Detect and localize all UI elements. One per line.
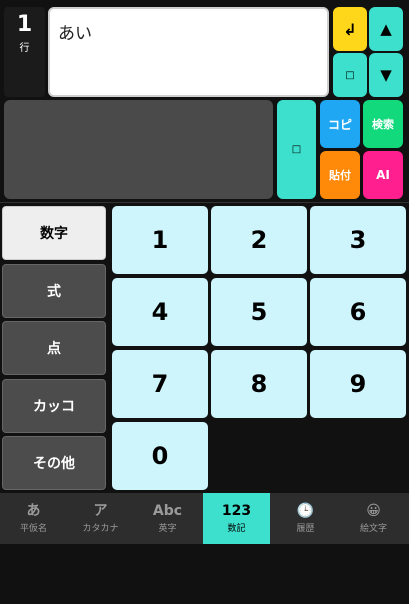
arrow-up-icon: ▲ (380, 20, 392, 38)
clock-icon: 🕒 (296, 503, 315, 519)
text-input-area[interactable]: あい (48, 7, 329, 97)
line-number: 1 (16, 12, 33, 37)
arrow-down-icon: ▼ (380, 66, 392, 84)
line-unit-label: 行 (19, 43, 30, 54)
keyboard-tab-bar: あ 平仮名 ア カタカナ Abc 英字 123 数記 🕒 履歴 😀 絵文字 (0, 493, 409, 544)
search-button[interactable]: 検索 (363, 100, 403, 148)
smiley-icon: 😀 (366, 503, 381, 519)
key-1[interactable]: 1 (112, 206, 208, 274)
key-5[interactable]: 5 (211, 278, 307, 346)
key-4[interactable]: 4 (112, 278, 208, 346)
category-other[interactable]: その他 (2, 436, 106, 490)
key-6[interactable]: 6 (310, 278, 406, 346)
square-icon: □ (291, 144, 302, 155)
key-3[interactable]: 3 (310, 206, 406, 274)
category-brackets[interactable]: カッコ (2, 379, 106, 433)
divider (0, 202, 409, 203)
alphabet-icon: Abc (152, 503, 183, 519)
paste-label: 貼付 (329, 169, 351, 182)
tab-katakana[interactable]: ア カタカナ (67, 493, 134, 544)
wide-square-button[interactable]: □ (277, 100, 316, 199)
paste-button[interactable]: 貼付 (320, 151, 360, 199)
key-9[interactable]: 9 (310, 350, 406, 418)
tab-label: 英字 (158, 524, 177, 534)
line-indicator: 1 行 (4, 7, 45, 97)
search-label: 検索 (372, 118, 394, 131)
tab-alphabet[interactable]: Abc 英字 (134, 493, 201, 544)
cursor-up-button[interactable]: ▲ (369, 7, 403, 51)
copy-button[interactable]: コピ (320, 100, 360, 148)
key-0[interactable]: 0 (112, 422, 208, 490)
numbers-icon: 123 (221, 503, 252, 519)
hiragana-icon: あ (26, 503, 41, 519)
category-points[interactable]: 点 (2, 321, 106, 375)
katakana-icon: ア (93, 503, 108, 519)
copy-label: コピ (327, 117, 352, 132)
tab-label: 絵文字 (359, 524, 387, 534)
cursor-down-button[interactable]: ▼ (369, 53, 403, 97)
tab-label: 平仮名 (19, 524, 47, 534)
category-formula[interactable]: 式 (2, 264, 106, 318)
enter-icon: ↲ (343, 19, 357, 39)
small-square-button[interactable]: □ (333, 53, 367, 97)
ai-label: AI (376, 168, 390, 182)
key-8[interactable]: 8 (211, 350, 307, 418)
tab-label: 数記 (227, 524, 246, 534)
tab-hiragana[interactable]: あ 平仮名 (0, 493, 67, 544)
enter-button[interactable]: ↲ (333, 7, 367, 51)
tab-emoji[interactable]: 😀 絵文字 (340, 493, 407, 544)
tab-numbers-symbols[interactable]: 123 数記 (203, 493, 270, 544)
key-7[interactable]: 7 (112, 350, 208, 418)
candidate-area[interactable] (4, 100, 273, 199)
tab-history[interactable]: 🕒 履歴 (272, 493, 339, 544)
tab-label: 履歴 (296, 524, 315, 534)
tab-label: カタカナ (82, 524, 119, 534)
key-2[interactable]: 2 (211, 206, 307, 274)
ai-button[interactable]: AI (363, 151, 403, 199)
category-numbers[interactable]: 数字 (2, 206, 106, 260)
square-icon: □ (345, 69, 355, 81)
